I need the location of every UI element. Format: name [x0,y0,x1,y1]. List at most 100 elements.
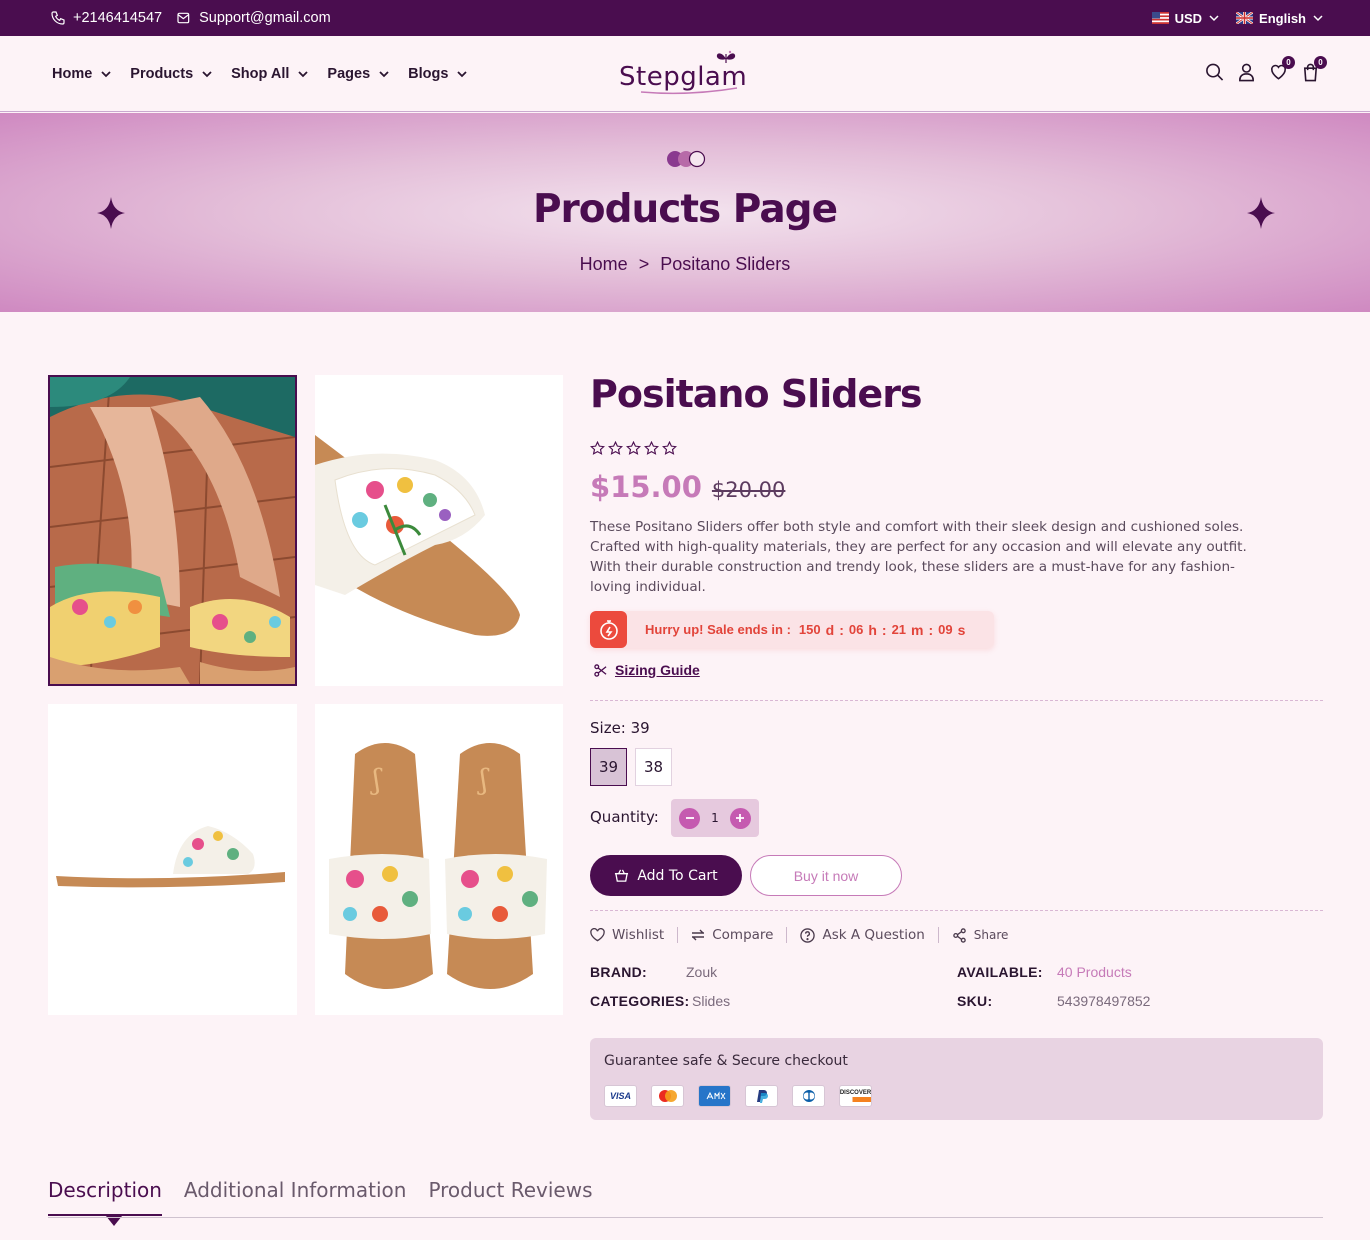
product-image-angle[interactable] [315,375,563,686]
product-image-top[interactable]: ʃ ʃ [315,704,563,1015]
sku-value: 543978497852 [1057,993,1151,1009]
quantity-increase-button[interactable] [729,807,751,829]
original-price: $20.00 [711,478,786,502]
product-image-side[interactable] [48,704,297,1015]
cart-button[interactable]: 0 [1301,56,1327,82]
breadcrumb-home-link[interactable]: Home [580,254,628,274]
meta-categories-value[interactable]: Slides [692,993,730,1009]
product-tabs: Description Additional Information Produ… [48,1178,593,1226]
countdown-timer: 150 d : 06 h : 21 m : 09 s [799,622,966,638]
divider [590,700,1323,701]
site-logo[interactable]: Stepglam [619,50,759,100]
email-link[interactable]: Support@gmail.com [176,10,331,26]
meta-categories-label: CATEGORIES: [590,993,690,1009]
scissors-icon [594,663,607,677]
banner-dots-decoration [667,150,706,168]
wishlist-action-label: Wishlist [612,927,665,943]
heart-icon [590,928,605,942]
size-option-39[interactable]: 39 [590,748,627,786]
star-icon [590,441,605,455]
meta-key: SKU: [957,993,993,1009]
star-icon [626,441,641,455]
countdown-colon: : [881,621,887,638]
star-icon [644,441,659,455]
mail-edit-icon [177,12,190,24]
paypal-logo [756,1090,768,1103]
countdown-days: 150 [798,622,821,637]
ask-question-action[interactable]: Ask A Question [787,927,939,943]
rating-stars[interactable] [590,441,677,456]
plus-icon [736,814,745,822]
product-image-lifestyle[interactable] [48,375,297,686]
meta-available-value: 40 Products [1057,964,1132,980]
countdown-seconds-unit: s [957,621,966,638]
meta-key: BRAND: [590,964,648,980]
countdown-days-unit: d [825,621,835,638]
available-value: 40 Products [1057,964,1132,980]
diners-logo [802,1090,815,1102]
payment-icons: VISA DISCOVER [604,1085,872,1107]
nav-item-home[interactable]: Home [52,66,112,82]
share-icon [953,927,966,943]
chevron-down-icon [457,71,468,78]
sandal-angle-photo [315,375,563,686]
minus-icon [685,817,694,819]
currency-selector[interactable]: USD [1151,11,1220,26]
lifestyle-photo [50,377,295,684]
sizing-guide-label: Sizing Guide [615,662,700,678]
timer-icon-box [590,611,627,648]
chevron-down-icon [202,71,212,78]
discover-icon: DISCOVER [839,1085,872,1107]
discover-text: DISCOVER [839,1090,872,1096]
top-bar: +2146414547 Support@gmail.com USD Englis… [0,0,1370,36]
tab-description[interactable]: Description [48,1178,162,1226]
meta-key: AVAILABLE: [957,964,1043,980]
nav-item-pages[interactable]: Pages [327,66,390,82]
compare-action-label: Compare [712,927,774,943]
wishlist-action[interactable]: Wishlist [590,927,679,943]
mastercard-logo [658,1090,677,1102]
nav-item-blogs[interactable]: Blogs [408,66,468,82]
tab-product-reviews[interactable]: Product Reviews [428,1178,592,1216]
breadcrumb: Home > Positano Sliders [0,254,1370,275]
size-option-38[interactable]: 38 [635,748,672,786]
categories-value: Slides [692,993,731,1009]
nav-label: Pages [327,66,371,82]
account-button[interactable] [1237,62,1256,82]
meta-sku-value: 543978497852 [1057,993,1150,1009]
sizing-guide-link[interactable]: Sizing Guide [594,662,700,678]
buy-now-button[interactable]: Buy it now [750,855,902,896]
share-action[interactable]: Share [939,927,1022,943]
chevron-down-icon [1313,15,1323,22]
us-flag-icon [1151,12,1169,24]
add-to-cart-button[interactable]: Add To Cart [590,855,742,896]
sandal-top-photo: ʃ ʃ [315,704,563,1015]
tab-additional-information[interactable]: Additional Information [184,1178,407,1216]
language-selector[interactable]: English [1236,11,1324,26]
wishlist-button[interactable]: 0 [1269,56,1295,82]
search-button[interactable] [1205,62,1224,82]
nav-item-products[interactable]: Products [130,66,213,82]
question-circle-icon [800,927,816,943]
compare-arrows-icon [692,929,705,941]
chevron-down-icon [379,71,389,78]
main-nav: Home Products Shop All Pages Blogs [52,36,468,112]
phone-link[interactable]: +2146414547 [50,10,162,26]
tabs-underline [48,1217,1323,1218]
sandal-side-photo [48,704,297,1015]
mastercard-icon [651,1085,684,1107]
compare-action[interactable]: Compare [678,927,788,943]
phone-number: +2146414547 [73,10,163,26]
nav-label: Home [52,66,93,82]
ask-question-label: Ask A Question [822,927,925,943]
countdown-colon: : [839,621,844,638]
countdown-minutes: 21 [891,622,907,637]
quantity-value[interactable]: 1 [711,811,719,825]
countdown-hours-unit: h [868,621,877,638]
star-icon [662,441,677,455]
brand-value: Zouk [686,964,718,980]
nav-item-shop-all[interactable]: Shop All [231,66,309,82]
quantity-decrease-button[interactable] [679,807,700,829]
user-icon [1239,63,1254,82]
meta-brand-value[interactable]: Zouk [686,964,717,980]
